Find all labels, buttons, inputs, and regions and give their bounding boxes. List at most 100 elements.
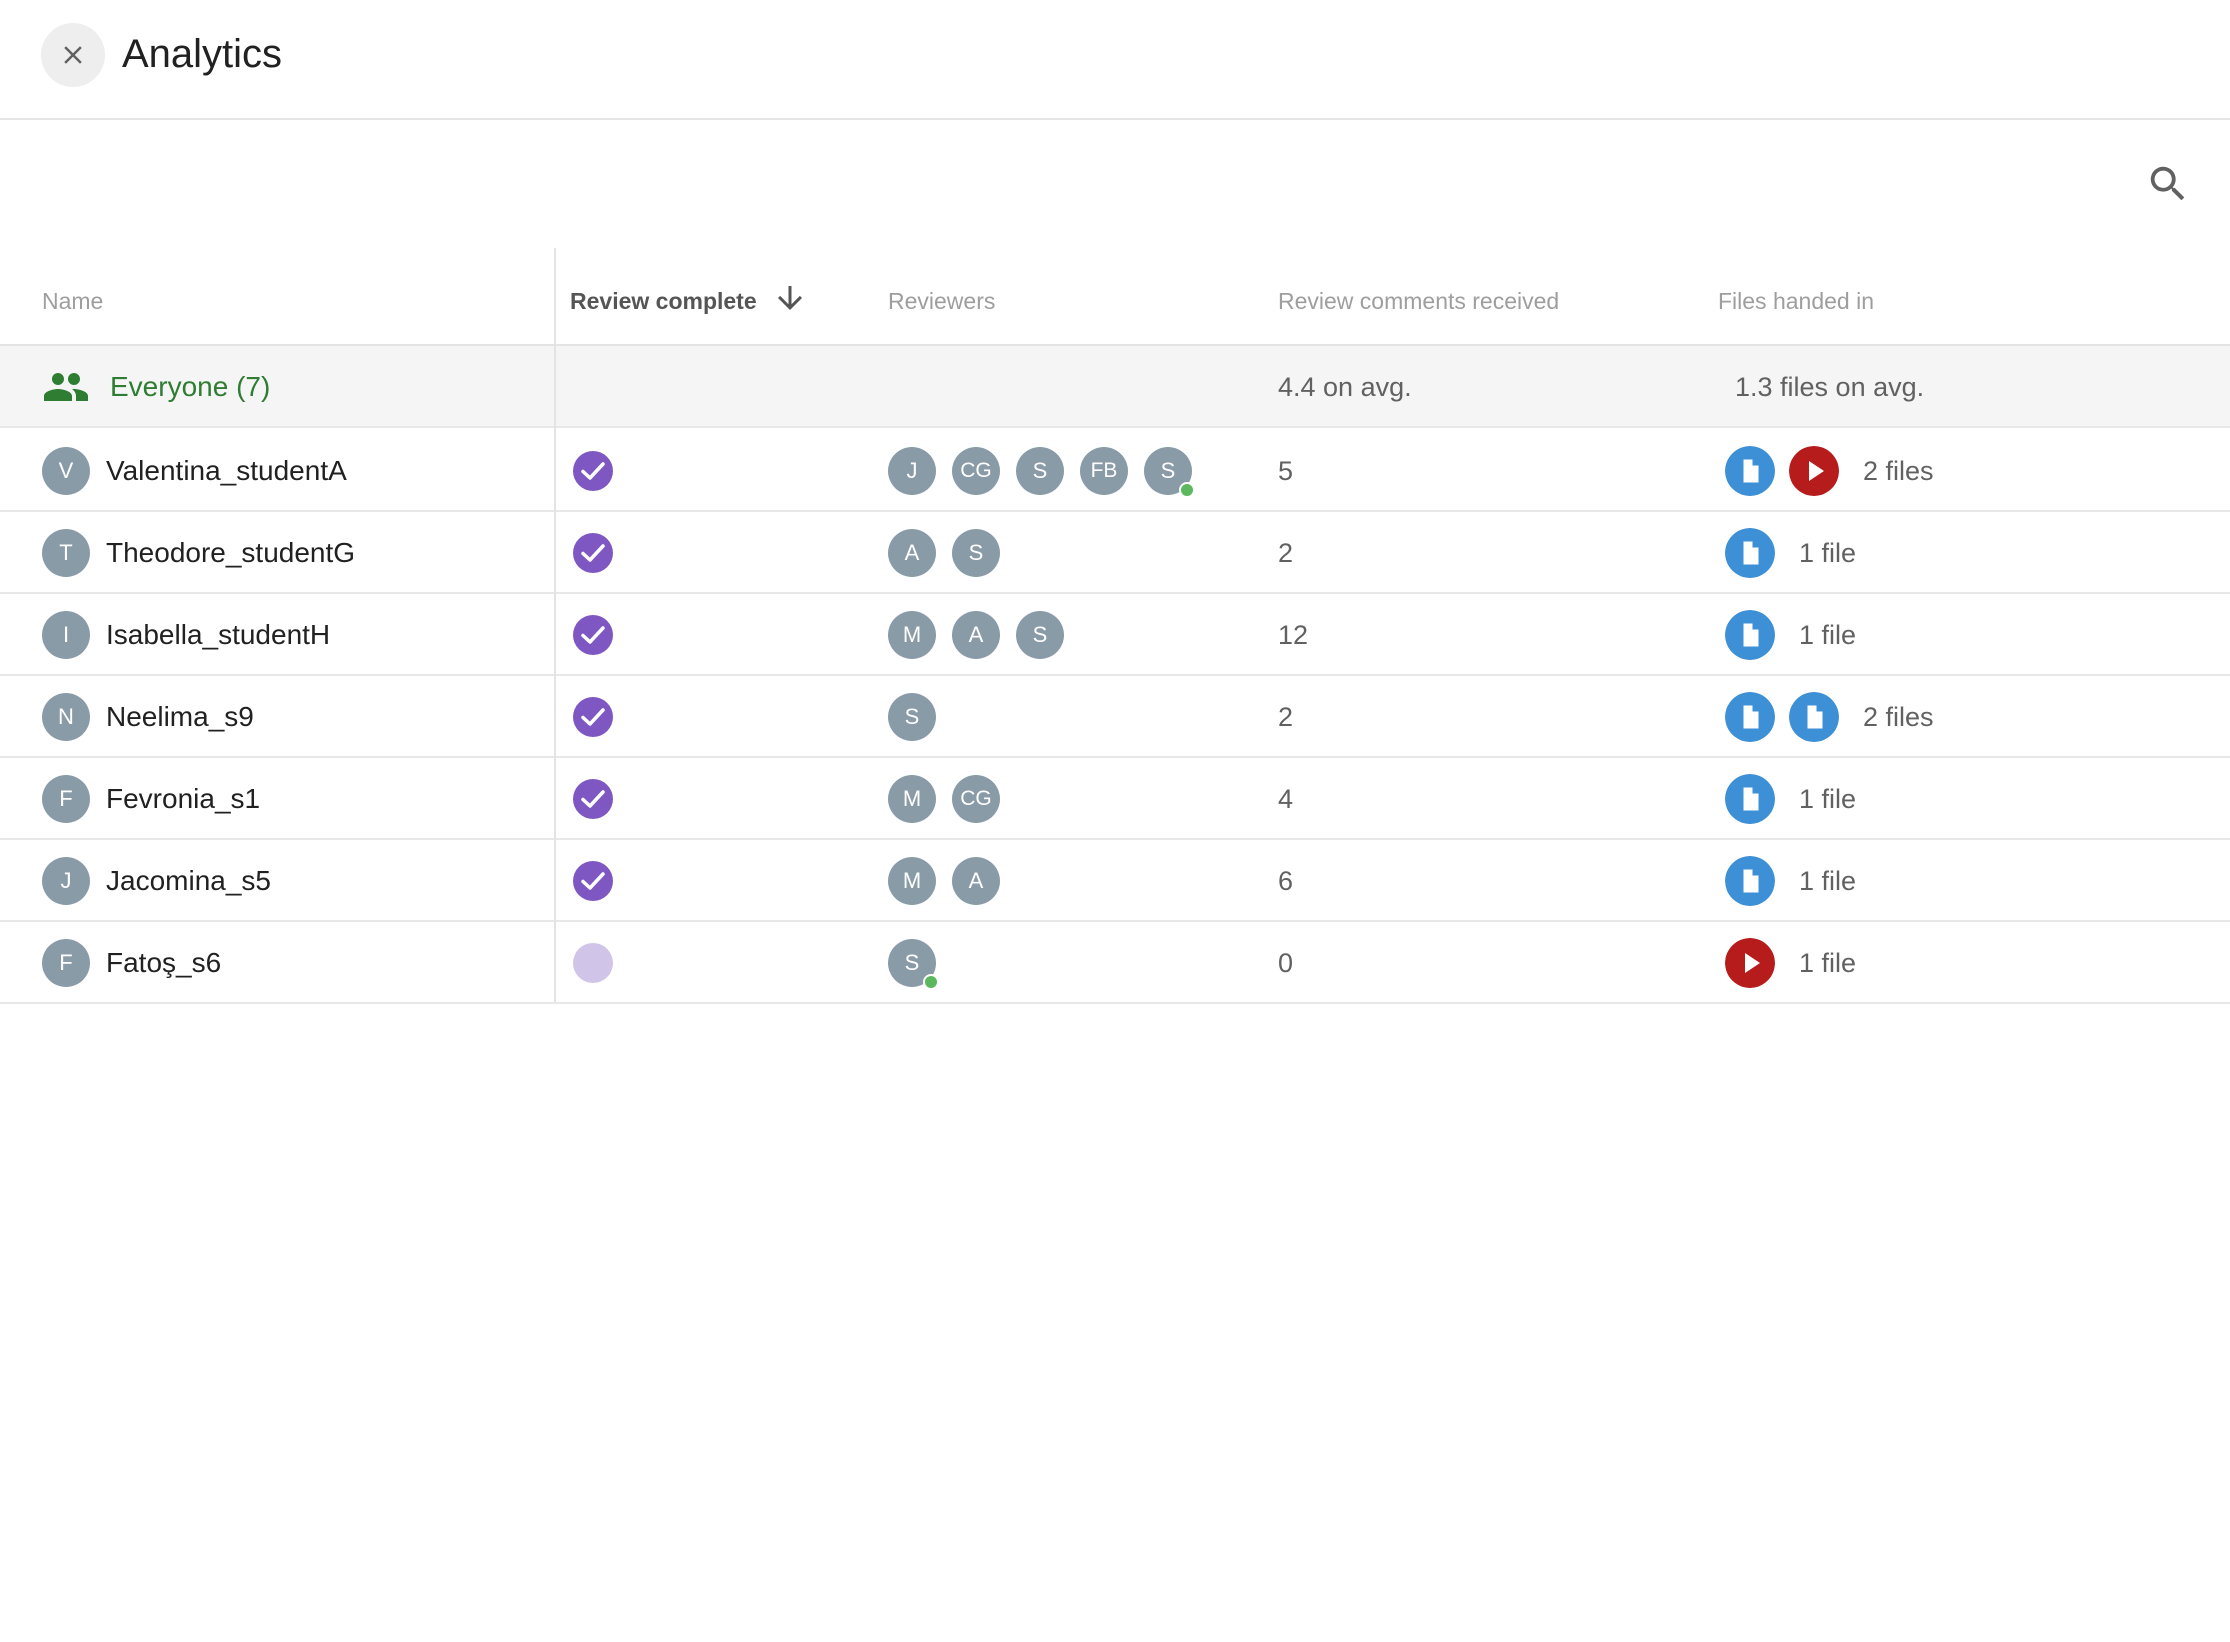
review-complete-cell (572, 594, 614, 676)
avatar: I (42, 611, 90, 659)
avatar: F (42, 939, 90, 987)
column-header-files[interactable]: Files handed in (1718, 286, 1874, 316)
review-complete-cell (572, 922, 614, 1004)
table-row[interactable]: V Valentina_studentA J CG S FB S 5 2 files (0, 430, 2230, 512)
reviewer-avatar[interactable]: S (888, 693, 936, 741)
comments-count: 2 (1278, 537, 1294, 568)
reviewer-avatar[interactable]: S (1016, 611, 1064, 659)
table-row[interactable]: N Neelima_s9 S 2 2 files (0, 676, 2230, 758)
avatar: V (42, 447, 90, 495)
column-header-reviewers[interactable]: Reviewers (888, 286, 995, 316)
document-icon[interactable] (1725, 610, 1775, 660)
document-icon[interactable] (1725, 692, 1775, 742)
reviewer-avatar[interactable]: M (888, 857, 936, 905)
name-cell: I Isabella_studentH (42, 594, 330, 676)
reviewer-avatar[interactable]: M (888, 775, 936, 823)
summary-row[interactable]: Everyone (7) 4.4 on avg. 1.3 files on av… (0, 346, 2230, 428)
reviewer-avatar[interactable]: S (1016, 447, 1064, 495)
student-name[interactable]: Neelima_s9 (106, 701, 254, 733)
reviewer-avatar[interactable]: A (952, 611, 1000, 659)
page-title: Analytics (122, 32, 283, 76)
files-cell: 1 file (1725, 758, 1856, 840)
files-count-label: 1 file (1799, 619, 1857, 650)
avatar: N (42, 693, 90, 741)
reviewers-cell: AS (888, 512, 1016, 594)
reviewer-avatar[interactable]: A (952, 857, 1000, 905)
reviewer-avatar[interactable]: CG (952, 775, 1000, 823)
review-complete-cell (572, 758, 614, 840)
group-icon (44, 373, 88, 401)
files-cell: 1 file (1725, 922, 1856, 1004)
student-name[interactable]: Jacomina_s5 (106, 865, 271, 897)
files-cell: 2 files (1725, 676, 1934, 758)
reviewers-cell: S (888, 676, 952, 758)
avatar: T (42, 529, 90, 577)
column-header-comments[interactable]: Review comments received (1278, 286, 1559, 316)
check-circle-icon (573, 779, 613, 819)
reviewers-cell: MAS (888, 594, 1080, 676)
summary-files-avg: 1.3 files on avg. (1735, 371, 1925, 402)
student-name[interactable]: Valentina_studentA (106, 455, 347, 487)
files-cell: 1 file (1725, 512, 1856, 594)
avatar: F (42, 775, 90, 823)
comments-count: 4 (1278, 783, 1294, 814)
document-icon[interactable] (1725, 774, 1775, 824)
incomplete-circle-icon (573, 943, 613, 983)
arrow-down-icon[interactable] (772, 280, 808, 316)
comments-count: 12 (1278, 619, 1309, 650)
reviewers-cell: M CG (888, 758, 1016, 840)
document-icon[interactable] (1789, 692, 1839, 742)
column-header-review-complete[interactable]: Review complete (570, 286, 757, 316)
table-row[interactable]: I Isabella_studentH M A S 12 1 file (0, 594, 2230, 676)
name-cell: V Valentina_studentA (42, 430, 347, 512)
comments-count: 2 (1278, 701, 1294, 732)
summary-comments-avg: 4.4 on avg. (1278, 371, 1412, 402)
student-name[interactable]: Isabella_studentH (106, 619, 330, 651)
check-circle-icon (573, 861, 613, 901)
table-row[interactable]: F Fevronia_s1 M CG 4 1 file (0, 758, 2230, 840)
check-circle-icon (573, 533, 613, 573)
reviewer-avatar[interactable]: S (888, 939, 939, 990)
close-button[interactable] (41, 23, 105, 87)
reviewer-avatar[interactable]: CG (952, 447, 1000, 495)
document-icon[interactable] (1725, 856, 1775, 906)
review-complete-cell (572, 676, 614, 758)
close-icon (64, 46, 82, 64)
play-icon[interactable] (1789, 446, 1839, 496)
name-cell: N Neelima_s9 (42, 676, 254, 758)
files-count-label: 1 file (1799, 865, 1857, 896)
files-cell: 1 file (1725, 594, 1856, 676)
column-divider (554, 248, 556, 1003)
name-cell: J Jacomina_s5 (42, 840, 271, 922)
review-complete-cell (572, 430, 614, 512)
column-header-name[interactable]: Name (42, 286, 103, 316)
search-button[interactable] (2145, 161, 2191, 207)
student-name[interactable]: Fatoş_s6 (106, 947, 221, 979)
check-circle-icon (573, 451, 613, 491)
table-row[interactable]: J Jacomina_s5 M A 6 1 file (0, 840, 2230, 922)
document-icon[interactable] (1725, 446, 1775, 496)
reviewer-avatar[interactable]: J (888, 447, 936, 495)
files-cell: 1 file (1725, 840, 1856, 922)
table-row[interactable]: F Fatoş_s6 S 0 1 file (0, 922, 2230, 1004)
reviewers-cell: S (888, 922, 952, 1004)
name-cell: F Fevronia_s1 (42, 758, 260, 840)
reviewers-cell: MA (888, 840, 1016, 922)
avatar: J (42, 857, 90, 905)
review-complete-cell (572, 512, 614, 594)
reviewer-avatar[interactable]: S (1144, 447, 1195, 498)
review-complete-cell (572, 840, 614, 922)
everyone-label[interactable]: Everyone (7) (110, 371, 270, 403)
reviewer-avatar[interactable]: FB (1080, 447, 1128, 495)
student-name[interactable]: Theodore_studentG (106, 537, 355, 569)
files-count-label: 2 files (1863, 455, 1934, 486)
document-icon[interactable] (1725, 528, 1775, 578)
check-circle-icon (573, 615, 613, 655)
reviewer-avatar[interactable]: A (888, 529, 936, 577)
reviewers-cell: J CG S FB S (888, 430, 1208, 512)
reviewer-avatar[interactable]: M (888, 611, 936, 659)
table-row[interactable]: T Theodore_studentG A S 2 1 file (0, 512, 2230, 594)
student-name[interactable]: Fevronia_s1 (106, 783, 260, 815)
play-icon[interactable] (1725, 938, 1775, 988)
reviewer-avatar[interactable]: S (952, 529, 1000, 577)
